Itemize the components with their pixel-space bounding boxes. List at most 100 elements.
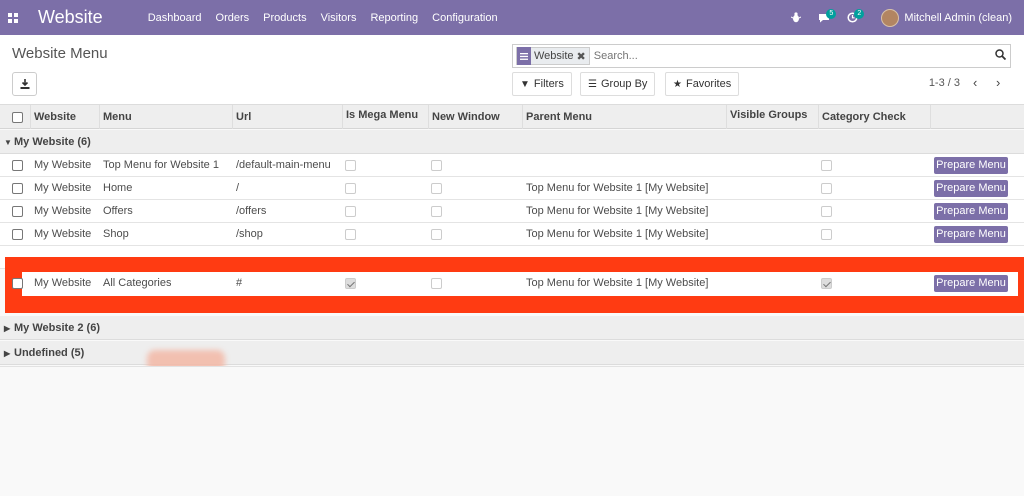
caret-right-icon: ▶ — [4, 349, 11, 358]
systray: 5 2 Mitchell Admin (clean) — [785, 0, 1024, 35]
group-label: My Website 2 (6) — [14, 322, 100, 334]
table-row[interactable]: My Website Shop /shop Top Menu for Websi… — [0, 223, 1024, 246]
menu-products[interactable]: Products — [256, 12, 313, 24]
cell-menu: All Categories — [103, 277, 172, 289]
search-facet[interactable]: Website ✖ — [516, 47, 590, 65]
group-row-my-website[interactable]: ▼ My Website (6) — [0, 130, 1024, 154]
cell-url: /shop — [236, 228, 263, 240]
favorites-label: Favorites — [685, 78, 732, 90]
cell-category-checkbox — [821, 278, 832, 289]
header-menu[interactable]: Menu — [100, 105, 233, 129]
menu-visitors[interactable]: Visitors — [314, 12, 364, 24]
filters-label: Filters — [533, 78, 564, 90]
cell-mega-checkbox — [345, 183, 356, 194]
header-select — [0, 105, 31, 129]
menu-dashboard[interactable]: Dashboard — [141, 12, 209, 24]
table-row[interactable]: My Website Offers /offers Top Menu for W… — [0, 200, 1024, 223]
facet-remove-icon[interactable]: ✖ — [577, 50, 589, 63]
cell-mega-checkbox — [345, 229, 356, 240]
filters-button[interactable]: ▼ Filters — [512, 72, 572, 96]
avatar[interactable] — [881, 8, 900, 27]
header-category-check[interactable]: Category Check — [819, 105, 931, 129]
group-label: Undefined (5) — [14, 347, 85, 359]
pager-next-icon[interactable]: › — [996, 75, 1000, 90]
cell-mega-checkbox — [345, 278, 356, 289]
header-url[interactable]: Url — [233, 105, 343, 129]
group-label: My Website (6) — [14, 136, 91, 148]
prepare-menu-button[interactable]: Prepare Menu — [934, 275, 1008, 292]
header-is-mega-menu[interactable]: Is Mega Menu — [343, 105, 429, 129]
caret-down-icon: ▼ — [4, 138, 12, 147]
activities-badge: 2 — [854, 9, 865, 19]
row-checkbox[interactable] — [12, 206, 23, 217]
cell-category-checkbox — [821, 229, 832, 240]
cell-new-window-checkbox — [431, 160, 442, 171]
cell-menu: Shop — [103, 228, 129, 240]
download-button[interactable] — [12, 72, 37, 96]
pager-previous-icon[interactable]: ‹ — [973, 75, 977, 90]
cell-mega-checkbox — [345, 160, 356, 171]
group-row-my-website-2[interactable]: ▶ My Website 2 (6) — [0, 316, 1024, 340]
cell-menu: Top Menu for Website 1 — [103, 159, 219, 171]
row-checkbox[interactable] — [12, 278, 23, 289]
menu-configuration[interactable]: Configuration — [425, 12, 504, 24]
cell-new-window-checkbox — [431, 229, 442, 240]
menu-reporting[interactable]: Reporting — [363, 12, 425, 24]
cell-website: My Website — [34, 182, 92, 194]
cell-new-window-checkbox — [431, 278, 442, 289]
user-name[interactable]: Mitchell Admin (clean) — [904, 12, 1012, 24]
cell-category-checkbox — [821, 160, 832, 171]
cell-mega-checkbox — [345, 206, 356, 217]
cell-menu: Home — [103, 182, 133, 194]
row-checkbox[interactable] — [12, 229, 23, 240]
table-row[interactable]: My Website Top Menu for Website 1 /defau… — [0, 154, 1024, 177]
prepare-menu-button[interactable]: Prepare Menu — [934, 157, 1008, 174]
cell-website: My Website — [34, 205, 92, 217]
menu-orders[interactable]: Orders — [209, 12, 257, 24]
cell-url: /offers — [236, 205, 267, 217]
cell-parent-menu: Top Menu for Website 1 [My Website] — [526, 277, 709, 289]
apps-grid-icon[interactable] — [0, 0, 26, 35]
search-box: Website ✖ — [512, 44, 1011, 68]
prepare-menu-button[interactable]: Prepare Menu — [934, 203, 1008, 220]
empty-area — [0, 366, 1024, 496]
prepare-menu-button[interactable]: Prepare Menu — [934, 226, 1008, 243]
filter-icon: ▼ — [520, 78, 530, 90]
cell-parent-menu: Top Menu for Website 1 [My Website] — [526, 205, 709, 217]
cell-category-checkbox — [821, 183, 832, 194]
group-by-icon — [517, 47, 531, 65]
cell-category-checkbox — [821, 206, 832, 217]
row-checkbox[interactable] — [12, 183, 23, 194]
header-visible-groups[interactable]: Visible Groups — [727, 105, 819, 129]
highlighted-row[interactable]: My Website All Categories # Top Menu for… — [12, 272, 1018, 296]
star-icon: ★ — [673, 78, 682, 90]
app-brand[interactable]: Website — [38, 7, 103, 28]
header-new-window[interactable]: New Window — [429, 105, 523, 129]
header-parent-menu[interactable]: Parent Menu — [523, 105, 727, 129]
messages-icon[interactable]: 5 — [813, 0, 837, 35]
search-icon[interactable] — [995, 49, 1007, 63]
control-panel: Website Menu Website ✖ ▼Filters ☰Group B… — [0, 35, 1024, 105]
download-icon — [20, 79, 29, 89]
main-menu: Dashboard Orders Products Visitors Repor… — [141, 12, 505, 24]
activities-icon[interactable]: 2 — [841, 0, 865, 35]
cell-website: My Website — [34, 159, 92, 171]
top-navbar: Website Dashboard Orders Products Visito… — [0, 0, 1024, 35]
cell-parent-menu: Top Menu for Website 1 [My Website] — [526, 182, 709, 194]
bars-icon: ☰ — [588, 78, 597, 90]
cell-new-window-checkbox — [431, 183, 442, 194]
row-checkbox[interactable] — [12, 160, 23, 171]
search-input[interactable] — [593, 50, 984, 62]
cell-new-window-checkbox — [431, 206, 442, 217]
bug-icon[interactable] — [785, 0, 807, 35]
pager-value[interactable]: 1-3 / 3 — [929, 77, 960, 89]
table-row[interactable]: My Website Home / Top Menu for Website 1… — [0, 177, 1024, 200]
cell-url: # — [236, 277, 243, 289]
favorites-button[interactable]: ★ Favorites — [665, 72, 740, 96]
facet-label: Website — [534, 50, 574, 62]
table-header: Website Menu Url Is Mega Menu New Window… — [0, 105, 1024, 129]
cell-website: My Website — [34, 228, 92, 240]
header-website[interactable]: Website — [31, 105, 100, 129]
prepare-menu-button[interactable]: Prepare Menu — [934, 180, 1008, 197]
group-by-button[interactable]: ☰ Group By — [580, 72, 656, 96]
